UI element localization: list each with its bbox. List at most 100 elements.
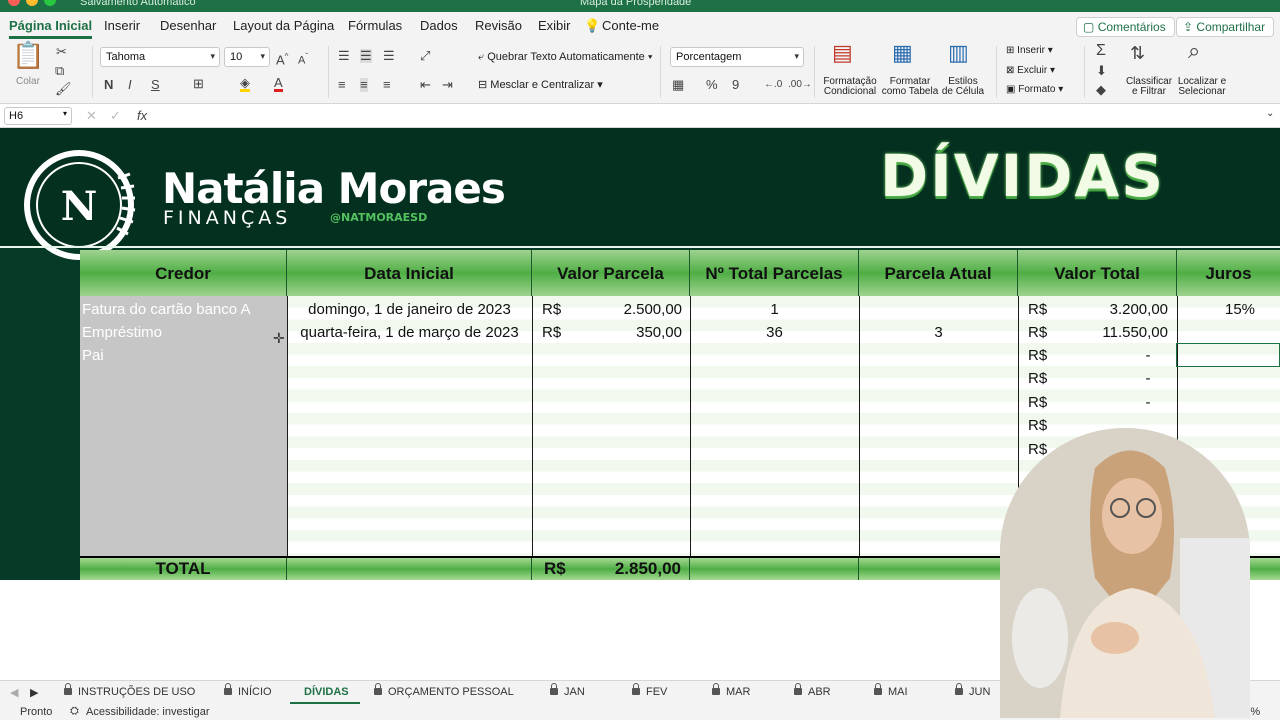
- clear-icon[interactable]: ◆: [1096, 83, 1106, 97]
- expand-formula-icon[interactable]: ⌄: [1266, 108, 1274, 119]
- cell-juros[interactable]: [1200, 321, 1280, 344]
- decrease-indent-icon[interactable]: ⇤: [420, 78, 431, 92]
- cell-valor-parcela[interactable]: 350,00: [580, 321, 682, 344]
- magnifier-icon[interactable]: ⌕: [1188, 40, 1200, 62]
- cell-parcela-atual[interactable]: [859, 298, 1018, 321]
- selected-cell-h6[interactable]: [1176, 343, 1280, 367]
- font-color-icon[interactable]: A: [274, 76, 283, 92]
- header-valor-parcela[interactable]: Valor Parcela: [532, 250, 690, 296]
- number-format-select[interactable]: Porcentagem ▾: [670, 47, 804, 67]
- total-value-cell[interactable]: R$ 2.850,00: [532, 558, 690, 580]
- tab-formulas[interactable]: Fórmulas: [348, 18, 402, 33]
- paste-icon[interactable]: 📋: [12, 42, 44, 68]
- cut-icon[interactable]: ✂: [56, 45, 67, 59]
- wrap-text-button[interactable]: ⤶ Quebrar Texto Automaticamente ▾: [478, 52, 652, 63]
- header-valor-total[interactable]: Valor Total: [1018, 250, 1177, 296]
- formula-input[interactable]: [160, 106, 1260, 126]
- header-total-parcelas[interactable]: Nº Total Parcelas: [690, 250, 859, 296]
- find-select-button[interactable]: Localizar e Selecionar: [1176, 77, 1228, 97]
- sheet-tab-instrucoes[interactable]: INSTRUÇÕES DE USO: [64, 683, 195, 698]
- sheet-tab-mar[interactable]: MAR: [712, 683, 750, 698]
- font-name-select[interactable]: Tahoma ▾: [100, 47, 220, 67]
- align-right-icon[interactable]: ≡: [383, 78, 391, 92]
- fill-icon[interactable]: ⬇: [1096, 64, 1107, 78]
- sheet-tab-dividas[interactable]: DÍVIDAS: [304, 686, 349, 698]
- underline-button[interactable]: S: [151, 78, 160, 92]
- sheet-tab-jun[interactable]: JUN: [955, 683, 990, 698]
- confirm-icon[interactable]: ✓: [110, 108, 121, 124]
- tab-inserir[interactable]: Inserir: [104, 18, 140, 33]
- insert-cells-button[interactable]: ⊞ Inserir ▾: [1006, 46, 1053, 56]
- header-data-inicial[interactable]: Data Inicial: [287, 250, 532, 296]
- insert-function-icon[interactable]: fx: [137, 108, 147, 123]
- sort-filter-button[interactable]: Classificar e Filtrar: [1122, 77, 1176, 97]
- sheet-tab-orcamento[interactable]: ORÇAMENTO PESSOAL: [374, 683, 514, 698]
- header-credor[interactable]: Credor: [80, 250, 287, 296]
- cell-valor-total[interactable]: -: [1128, 391, 1168, 414]
- decrease-font-icon[interactable]: Aˇ: [298, 50, 308, 68]
- cell-valor-total[interactable]: -: [1128, 344, 1168, 367]
- header-juros[interactable]: Juros: [1177, 250, 1280, 296]
- cell-credor[interactable]: Fatura do cartão banco A: [82, 298, 250, 321]
- autosum-icon[interactable]: Σ: [1096, 43, 1106, 59]
- cell-total-parcelas[interactable]: 1: [690, 298, 859, 321]
- merge-center-button[interactable]: ⊟ Mesclar e Centralizar ▾: [478, 80, 603, 91]
- align-middle-icon[interactable]: ☰: [360, 49, 372, 63]
- scroll-tabs-left-icon[interactable]: ◀: [10, 686, 18, 699]
- total-label[interactable]: TOTAL: [80, 558, 287, 580]
- decrease-decimal-icon[interactable]: .00→: [788, 78, 812, 92]
- format-as-table-button[interactable]: Formatar como Tabela: [880, 77, 940, 97]
- tab-pagina-inicial[interactable]: Página Inicial: [9, 18, 93, 39]
- comments-button[interactable]: ▢ Comentários: [1076, 17, 1175, 37]
- align-center-icon[interactable]: ≡: [360, 78, 368, 92]
- total-empty-cell[interactable]: [287, 558, 532, 580]
- minimize-window-icon[interactable]: [26, 0, 38, 6]
- italic-button[interactable]: I: [128, 78, 132, 92]
- share-button[interactable]: ⇪ Compartilhar: [1176, 17, 1275, 37]
- sort-filter-icon[interactable]: ⇅: [1130, 44, 1145, 62]
- tab-layout-pagina[interactable]: Layout da Página: [233, 18, 334, 33]
- cell-valor-total[interactable]: 3.200,00: [1070, 298, 1168, 321]
- comma-style-button[interactable]: 9: [732, 78, 739, 92]
- format-painter-icon[interactable]: 🖌: [55, 82, 72, 96]
- fill-color-icon[interactable]: ◈: [240, 76, 250, 92]
- total-empty-cell[interactable]: [859, 558, 1018, 580]
- copy-icon[interactable]: ⧉: [55, 64, 64, 78]
- close-window-icon[interactable]: [8, 0, 20, 6]
- cell-credor[interactable]: Pai: [82, 344, 104, 367]
- align-top-icon[interactable]: ☰: [338, 49, 350, 63]
- cell-data-inicial[interactable]: quarta-feira, 1 de março de 2023: [287, 321, 532, 344]
- tab-desenhar[interactable]: Desenhar: [160, 18, 216, 33]
- font-size-select[interactable]: 10 ▾: [224, 47, 270, 67]
- orientation-icon[interactable]: ⤢: [420, 49, 430, 63]
- tab-revisao[interactable]: Revisão: [475, 18, 522, 33]
- cell-styles-icon[interactable]: ▥: [948, 42, 969, 64]
- cell-valor-total[interactable]: 11.550,00: [1070, 321, 1168, 344]
- increase-decimal-icon[interactable]: ←.0: [764, 78, 782, 92]
- tab-exibir[interactable]: Exibir: [538, 18, 571, 33]
- conditional-formatting-icon[interactable]: ▤: [832, 42, 853, 64]
- cell-juros[interactable]: 15%: [1200, 298, 1280, 321]
- header-parcela-atual[interactable]: Parcela Atual: [859, 250, 1018, 296]
- tab-dados[interactable]: Dados: [420, 18, 458, 33]
- align-left-icon[interactable]: ≡: [338, 78, 346, 92]
- increase-font-icon[interactable]: A^: [276, 50, 288, 67]
- align-bottom-icon[interactable]: ☰: [383, 49, 395, 63]
- zoom-window-icon[interactable]: [44, 0, 56, 6]
- sheet-tab-jan[interactable]: JAN: [550, 683, 585, 698]
- cell-total-parcelas[interactable]: 36: [690, 321, 859, 344]
- cell-data-inicial[interactable]: domingo, 1 de janeiro de 2023: [287, 298, 532, 321]
- scroll-tabs-right-icon[interactable]: ▶: [30, 686, 38, 699]
- delete-cells-button[interactable]: ⊠ Excluir ▾: [1006, 66, 1055, 76]
- total-empty-cell[interactable]: [690, 558, 859, 580]
- accessibility-status[interactable]: Acessibilidade: investigar: [86, 706, 210, 718]
- cell-valor-total[interactable]: -: [1128, 367, 1168, 390]
- accounting-format-icon[interactable]: ▦: [672, 78, 684, 92]
- cancel-icon[interactable]: ✕: [86, 108, 97, 124]
- percent-button[interactable]: %: [706, 78, 718, 92]
- bold-button[interactable]: N: [104, 78, 113, 92]
- sheet-tab-abr[interactable]: ABR: [794, 683, 831, 698]
- format-cells-button[interactable]: ▣ Formato ▾: [1006, 85, 1063, 95]
- increase-indent-icon[interactable]: ⇥: [442, 78, 453, 92]
- cell-styles-button[interactable]: Estilos de Célula: [940, 77, 986, 97]
